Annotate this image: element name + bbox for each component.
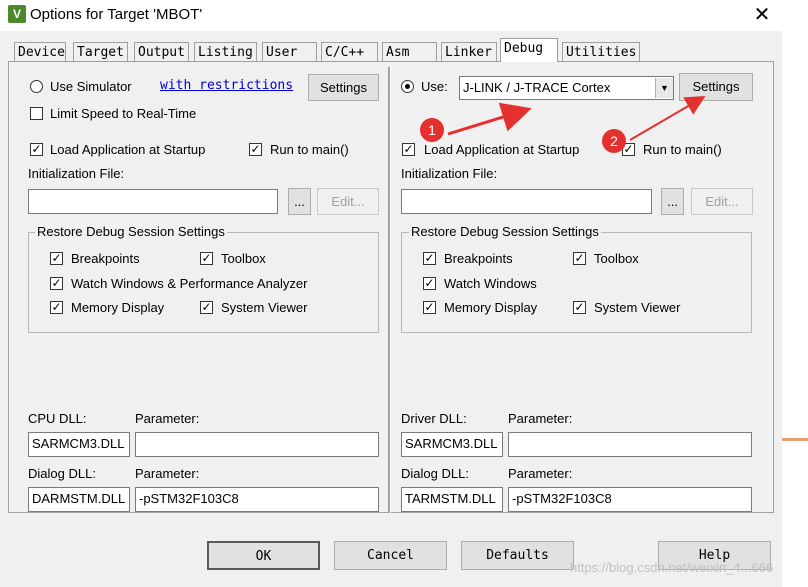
tab-debug[interactable]: Debug	[500, 38, 558, 62]
cancel-button[interactable]: Cancel	[334, 541, 447, 570]
watermark: https://blog.csdn.net/weixin_4...666	[570, 560, 774, 575]
annotation-badge-2: 2	[602, 129, 626, 153]
ok-button[interactable]: OK	[207, 541, 320, 570]
annotation-arrow-1	[447, 102, 532, 136]
annotation-arrow-2	[629, 95, 706, 141]
annotation-arrows	[447, 95, 706, 141]
annotation-badge-1: 1	[420, 118, 444, 142]
defaults-button[interactable]: Defaults	[461, 541, 574, 570]
